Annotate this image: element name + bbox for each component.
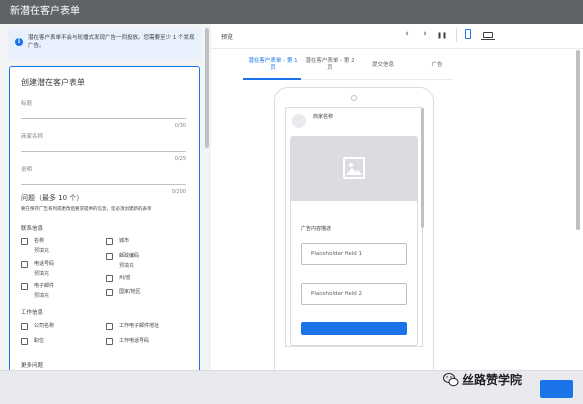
checkbox-box[interactable] — [106, 238, 113, 245]
checkbox-label: 名称 — [34, 238, 45, 244]
advertiser-name: 商家名称 — [313, 114, 334, 120]
tab-ad[interactable]: 广告 — [419, 62, 455, 69]
work-info-title: 工作信息 — [21, 310, 44, 316]
phone-camera — [351, 95, 357, 101]
checkbox-box[interactable] — [106, 275, 113, 282]
headline-field[interactable]: 标题 0/30 — [21, 99, 186, 129]
questions-title: 问题（最多 10 个） — [21, 194, 84, 202]
description-field[interactable]: 说明 0/200 — [21, 165, 186, 195]
checkbox-prefill: 预填充 — [34, 248, 50, 254]
control-divider — [456, 28, 457, 42]
checkbox-prefill: 预填充 — [119, 263, 135, 269]
headline-field-label: 标题 — [21, 101, 33, 107]
placeholder-field-2[interactable]: Placeholder field 2 — [301, 283, 407, 305]
checkbox-label: 电话号码 — [34, 261, 55, 267]
form-editor-panel: i 潜在客户表单不会与轮播式发现广告一同投放。您需要至少 1 个发现广告。 创建… — [0, 24, 210, 370]
screen-scrollbar[interactable] — [421, 108, 424, 228]
checkbox-box[interactable] — [21, 261, 28, 268]
business-name-field-label: 商家名称 — [21, 134, 44, 140]
checkbox-box[interactable] — [21, 323, 28, 330]
checkbox-label: 公司名称 — [34, 323, 55, 329]
checkbox-label: 国家/地区 — [119, 289, 141, 295]
checkbox-box[interactable] — [106, 323, 113, 330]
preview-panel: 预览 ‹ › ❚❚ 潜在客户表单 - 第 1 页 潜在客户表单 - 第 2 页 … — [211, 24, 583, 370]
checkbox-box[interactable] — [106, 253, 113, 260]
description-field-label: 说明 — [21, 167, 33, 173]
checkbox-label: 城市 — [119, 238, 130, 244]
contact-info-title: 联系信息 — [21, 226, 44, 232]
preview-scrollbar[interactable] — [576, 50, 580, 230]
pause-icon[interactable]: ❚❚ — [436, 32, 448, 39]
checkbox-box[interactable] — [21, 238, 28, 245]
info-banner-text: 潜在客户表单不会与轮播式发现广告一同投放。您需要至少 1 个发现广告。 — [28, 35, 195, 49]
mobile-device-icon[interactable] — [465, 29, 471, 39]
advertiser-avatar — [292, 114, 306, 128]
checkbox-box[interactable] — [21, 283, 28, 290]
save-button[interactable] — [540, 380, 573, 398]
checkbox-box[interactable] — [21, 338, 28, 345]
business-name-field[interactable]: 商家名称 0/25 — [21, 132, 186, 162]
checkbox-label: 电子邮件 — [34, 283, 55, 289]
checkbox-label: 邮政编码 — [119, 253, 140, 259]
checkbox-prefill: 预填充 — [34, 293, 50, 299]
placeholder-field-1[interactable]: Placeholder field 1 — [301, 243, 407, 265]
next-icon[interactable]: › — [419, 29, 431, 39]
submit-button[interactable] — [301, 322, 407, 335]
image-placeholder — [291, 137, 417, 201]
checkbox-label: 州/省 — [119, 275, 131, 281]
watermark-text: 丝路赞学院 — [462, 373, 523, 387]
ad-description: 广告内容描述 — [301, 226, 332, 232]
checkbox-label: 职位 — [34, 338, 45, 344]
desktop-device-icon[interactable] — [483, 32, 493, 38]
form-title: 创建潜在客户表单 — [21, 78, 85, 87]
checkbox-box[interactable] — [106, 338, 113, 345]
checkbox-box[interactable] — [106, 289, 113, 296]
left-scrollbar-thumb[interactable] — [205, 28, 209, 148]
phone-screen: 商家名称 广告内容描述 Placeholder field 1 Placehol… — [285, 107, 423, 347]
more-questions-title: 更多问题 — [21, 363, 44, 369]
active-tab-indicator — [243, 78, 301, 80]
questions-description: 要在保存广告系列或更改后要求提供的信息，您必须创建新的表单 — [21, 207, 152, 212]
phone-mockup: 商家名称 广告内容描述 Placeholder field 1 Placehol… — [274, 87, 434, 370]
image-icon — [343, 157, 365, 179]
info-banner: i 潜在客户表单不会与轮播式发现广告一同投放。您需要至少 1 个发现广告。 — [8, 29, 201, 59]
ad-card: 广告内容描述 Placeholder field 1 Placeholder f… — [290, 136, 418, 346]
dialog-title: 新潜在客户表单 — [0, 0, 583, 24]
description-char-count: 0/200 — [171, 189, 186, 195]
tab-submit-info[interactable]: 提交信息 — [361, 62, 405, 69]
checkbox-prefill: 预填充 — [34, 271, 50, 277]
prev-icon[interactable]: ‹ — [401, 29, 413, 39]
checkbox-label: 工作电话号码 — [119, 338, 150, 344]
preview-label: 预览 — [221, 34, 234, 41]
business-name-char-count: 0/25 — [174, 156, 186, 162]
header-divider — [211, 48, 583, 49]
info-icon: i — [15, 38, 23, 46]
tab-lead-form-page-1[interactable]: 潜在客户表单 - 第 1 页 — [245, 58, 301, 72]
tab-lead-form-page-2[interactable]: 潜在客户表单 - 第 2 页 — [303, 58, 357, 72]
lead-form-card[interactable]: 创建潜在客户表单 标题 0/30 商家名称 0/25 说明 0/200 问题（最… — [9, 66, 200, 370]
headline-char-count: 0/30 — [174, 123, 186, 129]
checkbox-label: 工作电子邮件地址 — [119, 323, 160, 329]
desktop-device-icon-base — [481, 39, 495, 41]
wechat-icon — [443, 373, 459, 387]
